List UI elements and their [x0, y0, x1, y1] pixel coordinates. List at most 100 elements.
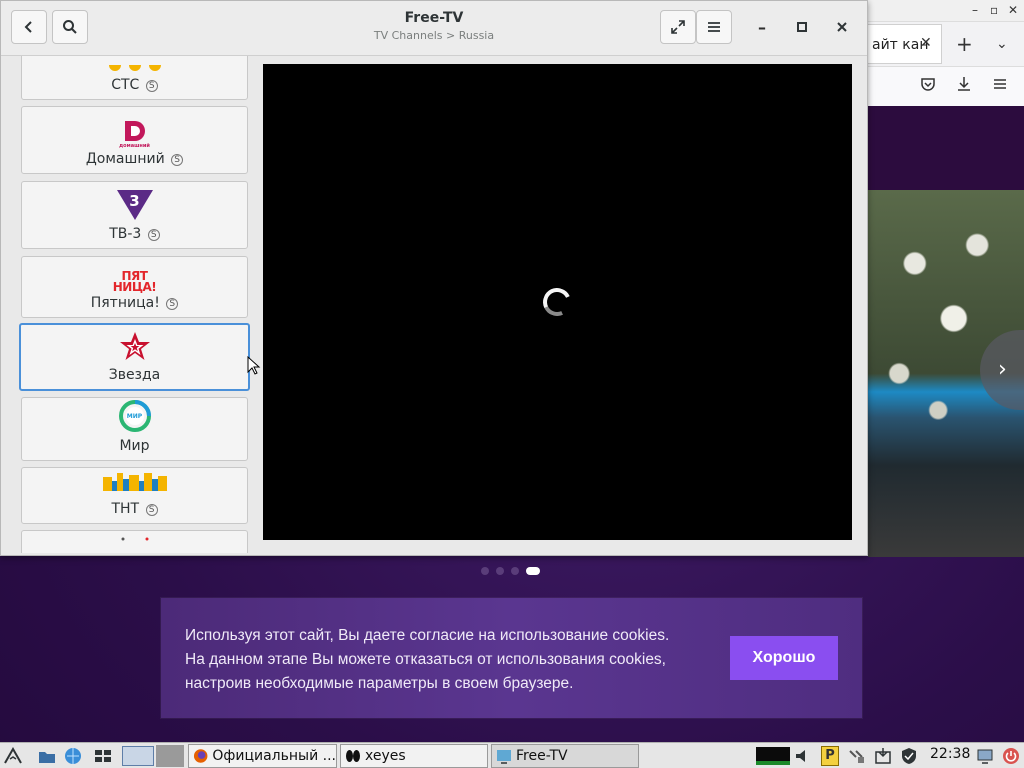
security-shield-icon[interactable]	[900, 747, 918, 765]
loading-spinner-icon	[539, 284, 575, 320]
mouse-cursor-icon	[247, 356, 261, 375]
channel-item-domashniy[interactable]: домашний Домашний S	[21, 106, 248, 174]
channel-item-zvezda[interactable]: Звезда	[19, 323, 250, 391]
new-tab-button[interactable]: +	[956, 32, 973, 56]
hamburger-icon	[708, 22, 720, 32]
channel-item-mir[interactable]: МИР Мир	[21, 397, 248, 461]
tv3-logo-icon: 3	[115, 188, 155, 222]
channel-item-tnt[interactable]: ТНТ S	[21, 467, 248, 524]
chevron-right-icon: ›	[998, 357, 1007, 382]
minimize-icon[interactable]: –	[972, 3, 978, 17]
free-tv-icon	[497, 750, 511, 764]
hero-top-band	[868, 105, 1024, 190]
menu-icon[interactable]	[992, 76, 1008, 92]
accept-cookies-button[interactable]: Хорошо	[730, 636, 838, 680]
task-label: Официальный ...	[212, 748, 336, 764]
channel-label: Домашний	[85, 151, 165, 167]
sts-logo-icon	[103, 65, 167, 77]
tab-list-button[interactable]: ⌄	[996, 36, 1008, 52]
firefox-icon	[193, 749, 208, 763]
maximize-icon	[797, 22, 807, 32]
channel-item-tv3[interactable]: 3 ТВ-3 S	[21, 181, 248, 249]
desktop-switcher-icon[interactable]	[94, 747, 112, 765]
pyatnitsa-logo-icon: ПЯТ НИЦА!	[102, 269, 168, 294]
network-icon[interactable]	[848, 747, 866, 765]
desktop-pager-icon[interactable]	[156, 745, 184, 767]
tnt-logo-icon	[102, 473, 167, 493]
channel-label: Мир	[119, 438, 150, 454]
header-bar: Free-TV TV Channels > Russia –	[1, 1, 867, 56]
channel-item-pyatnitsa[interactable]: ПЯТ НИЦА! Пятница! S	[21, 256, 248, 318]
minimize-button[interactable]: –	[748, 13, 776, 41]
task-free-tv[interactable]: Free-TV	[491, 744, 639, 768]
channel-list: СТС S домашний Домашний S 3 ТВ-3 S ПЯТ Н…	[1, 56, 259, 553]
clipboard-icon[interactable]: P	[821, 746, 839, 766]
tv3-logo-text: 3	[129, 192, 140, 210]
carousel-dots	[481, 567, 540, 575]
carousel-dot-active[interactable]	[526, 567, 540, 575]
cookie-banner: Используя этот сайт, Вы даете согласие н…	[161, 598, 862, 718]
search-icon	[63, 20, 77, 34]
zvezda-star-icon	[119, 331, 151, 361]
clock[interactable]: 22:38	[930, 746, 970, 762]
web-browser-icon[interactable]	[64, 747, 82, 765]
carousel-dot[interactable]	[481, 567, 489, 575]
carousel-dot[interactable]	[496, 567, 504, 575]
power-icon[interactable]	[1002, 747, 1020, 765]
carousel-dot[interactable]	[511, 567, 519, 575]
menu-button[interactable]	[696, 10, 732, 44]
task-label: xeyes	[365, 748, 406, 764]
domashniy-logo-text: домашний	[119, 143, 150, 149]
pyatnitsa-logo-text: ПЯТ НИЦА!	[112, 269, 157, 294]
browser-window-controls: – ▫ ✕	[868, 0, 1024, 22]
cookie-line: Используя этот сайт, Вы даете согласие н…	[185, 627, 670, 644]
free-tv-window: Free-TV TV Channels > Russia – СТС S дом…	[0, 0, 868, 556]
taskbar: Официальный ... xeyes Free-TV P 22:38	[0, 742, 1024, 768]
subscription-icon: S	[145, 80, 158, 92]
cookie-line: настроив необходимые параметры в своем б…	[185, 675, 574, 692]
close-icon	[837, 22, 847, 32]
volume-icon[interactable]	[794, 747, 812, 765]
cookie-text: Используя этот сайт, Вы даете согласие н…	[185, 624, 725, 696]
mir-logo-text: МИР	[126, 412, 143, 420]
channel-label: ТНТ	[111, 501, 140, 517]
window-title: Free-TV	[404, 10, 464, 26]
search-button[interactable]	[52, 10, 88, 44]
video-player[interactable]	[263, 64, 852, 540]
download-icon[interactable]	[956, 76, 972, 92]
channel-label: Звезда	[108, 367, 161, 383]
close-button[interactable]	[828, 13, 856, 41]
task-xeyes[interactable]: xeyes	[340, 744, 488, 768]
subscription-icon: S	[171, 154, 184, 166]
subscription-icon: S	[145, 504, 158, 516]
cookie-line: На данном этапе Вы можете отказаться от …	[185, 651, 666, 668]
mir-logo-icon: МИР	[118, 400, 151, 432]
close-icon[interactable]: ✕	[1008, 3, 1018, 17]
minimize-icon: –	[758, 17, 766, 37]
file-manager-icon[interactable]	[38, 747, 56, 765]
subscription-icon: S	[166, 298, 179, 310]
show-desktop-icon[interactable]	[122, 746, 154, 766]
window-subtitle: TV Channels > Russia	[373, 29, 495, 42]
channel-item-sts[interactable]: СТС S	[21, 56, 248, 100]
channel-logo-icon	[121, 537, 148, 541]
task-firefox[interactable]: Официальный ...	[188, 744, 337, 768]
tab-close-icon[interactable]: ✕	[920, 35, 932, 51]
fullscreen-button[interactable]	[660, 10, 696, 44]
task-label: Free-TV	[516, 748, 568, 764]
xeyes-icon	[346, 750, 360, 762]
domashniy-logo-icon: домашний	[119, 119, 150, 149]
maximize-button[interactable]	[788, 13, 816, 41]
chevron-left-icon	[24, 21, 32, 33]
cpu-monitor-icon	[756, 747, 790, 765]
maximize-icon[interactable]: ▫	[990, 3, 998, 17]
channel-label: ТВ-3	[109, 226, 142, 242]
back-button[interactable]	[11, 10, 47, 44]
subscription-icon: S	[147, 229, 160, 241]
channel-item-next[interactable]	[21, 530, 248, 553]
package-update-icon[interactable]	[874, 747, 892, 765]
pocket-icon[interactable]	[920, 76, 936, 92]
screen-lock-icon[interactable]	[976, 747, 994, 765]
start-menu-icon[interactable]	[4, 747, 22, 765]
expand-icon	[671, 20, 685, 34]
